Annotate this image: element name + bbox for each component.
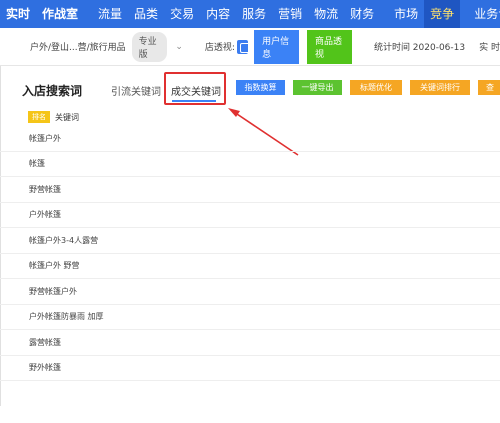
keyword-cell: 帐篷户外3-4人露营 xyxy=(29,235,99,245)
filter-toolbar: 户外/登山...营/旅行用品 专业版 ⌄ 店透视: 用户信息 商品透视 统计时间… xyxy=(0,28,500,66)
keyword-cell: 户外帐篷防暴雨 加厚 xyxy=(29,312,104,322)
keyword-cell: 帐篷户外 xyxy=(29,133,61,143)
more-button[interactable]: 查 xyxy=(478,80,500,95)
product-view-button[interactable]: 商品透视 xyxy=(307,29,352,64)
nav-content[interactable]: 内容 xyxy=(200,0,236,28)
section-title: 入店搜索词 xyxy=(22,84,83,98)
nav-service[interactable]: 服务 xyxy=(236,0,272,28)
nav-logistics[interactable]: 物流 xyxy=(308,0,344,28)
keyword-cell: 野营帐篷户外 xyxy=(29,286,77,296)
table-row[interactable]: 野营帐篷 xyxy=(0,177,500,203)
table-row[interactable]: 露营帐篷 xyxy=(0,330,500,356)
perspective-label: 店透视: xyxy=(204,43,235,53)
keyword-cell: 野外帐篷 xyxy=(29,363,61,373)
nav-war-room[interactable]: 作战室 xyxy=(36,0,84,28)
category-path[interactable]: 户外/登山...营/旅行用品 xyxy=(30,40,126,53)
tab-traffic-keywords[interactable]: 引流关键词 xyxy=(111,83,161,98)
nav-realtime[interactable]: 实时 xyxy=(0,0,36,28)
keyword-cell: 野营帐篷 xyxy=(29,184,61,194)
nav-marketing[interactable]: 营销 xyxy=(272,0,308,28)
table-row[interactable]: 帐篷户外 野营 xyxy=(0,254,500,279)
nav-transaction[interactable]: 交易 xyxy=(164,0,200,28)
table-row[interactable]: 帐篷户外3-4人露营 xyxy=(0,228,500,254)
keyword-cell: 户外帐篷 xyxy=(29,210,61,220)
table-row[interactable]: 户外帐篷 xyxy=(0,203,500,228)
version-badge[interactable]: 专业版 xyxy=(131,31,168,62)
table-row[interactable]: 野外帐篷 xyxy=(0,356,500,381)
table-row[interactable]: 野营帐篷户外 xyxy=(0,279,500,305)
nav-category[interactable]: 品类 xyxy=(128,0,164,28)
index-convert-button[interactable]: 指数换算 xyxy=(236,80,285,95)
top-nav: 实时 作战室 流量 品类 交易 内容 服务 营销 物流 财务 市场 竞争 业务专… xyxy=(0,0,500,28)
export-button[interactable]: 一键导出 xyxy=(293,80,342,95)
table-row[interactable]: 户外帐篷防暴雨 加厚 xyxy=(0,305,500,330)
chevron-down-icon[interactable]: ⌄ xyxy=(175,42,183,52)
table-row[interactable]: 帐篷户外 xyxy=(0,126,500,152)
stat-time: 统计时间 2020-06-13 xyxy=(373,43,466,53)
nav-competition[interactable]: 竞争 xyxy=(424,0,461,28)
nav-traffic[interactable]: 流量 xyxy=(92,0,128,28)
keyword-cell: 帐篷 xyxy=(29,159,45,169)
keyword-rank-button[interactable]: 关键词排行 xyxy=(410,80,470,95)
user-info-button[interactable]: 用户信息 xyxy=(254,29,300,64)
rank-badge: 排名 xyxy=(28,111,50,123)
table-row[interactable]: 帐篷 xyxy=(0,152,500,177)
title-optimize-button[interactable]: 标题优化 xyxy=(350,80,402,95)
shop-icon[interactable] xyxy=(236,39,251,54)
nav-market[interactable]: 市场 xyxy=(388,0,424,28)
realtime-toggle[interactable]: 实 时 xyxy=(479,40,500,53)
keyword-cell: 露营帐篷 xyxy=(29,337,61,347)
column-keyword: 关键词 xyxy=(55,112,79,122)
nav-finance[interactable]: 财务 xyxy=(344,0,380,28)
highlight-annotation-box xyxy=(164,72,226,105)
nav-business-zone[interactable]: 业务专区 xyxy=(468,0,500,28)
table-header: 排名 关键词 xyxy=(28,111,79,123)
keyword-cell: 帐篷户外 野营 xyxy=(29,261,80,271)
keyword-table: 帐篷户外 帐篷 野营帐篷 户外帐篷 帐篷户外3-4人露营 帐篷户外 野营 野营帐… xyxy=(0,126,500,381)
